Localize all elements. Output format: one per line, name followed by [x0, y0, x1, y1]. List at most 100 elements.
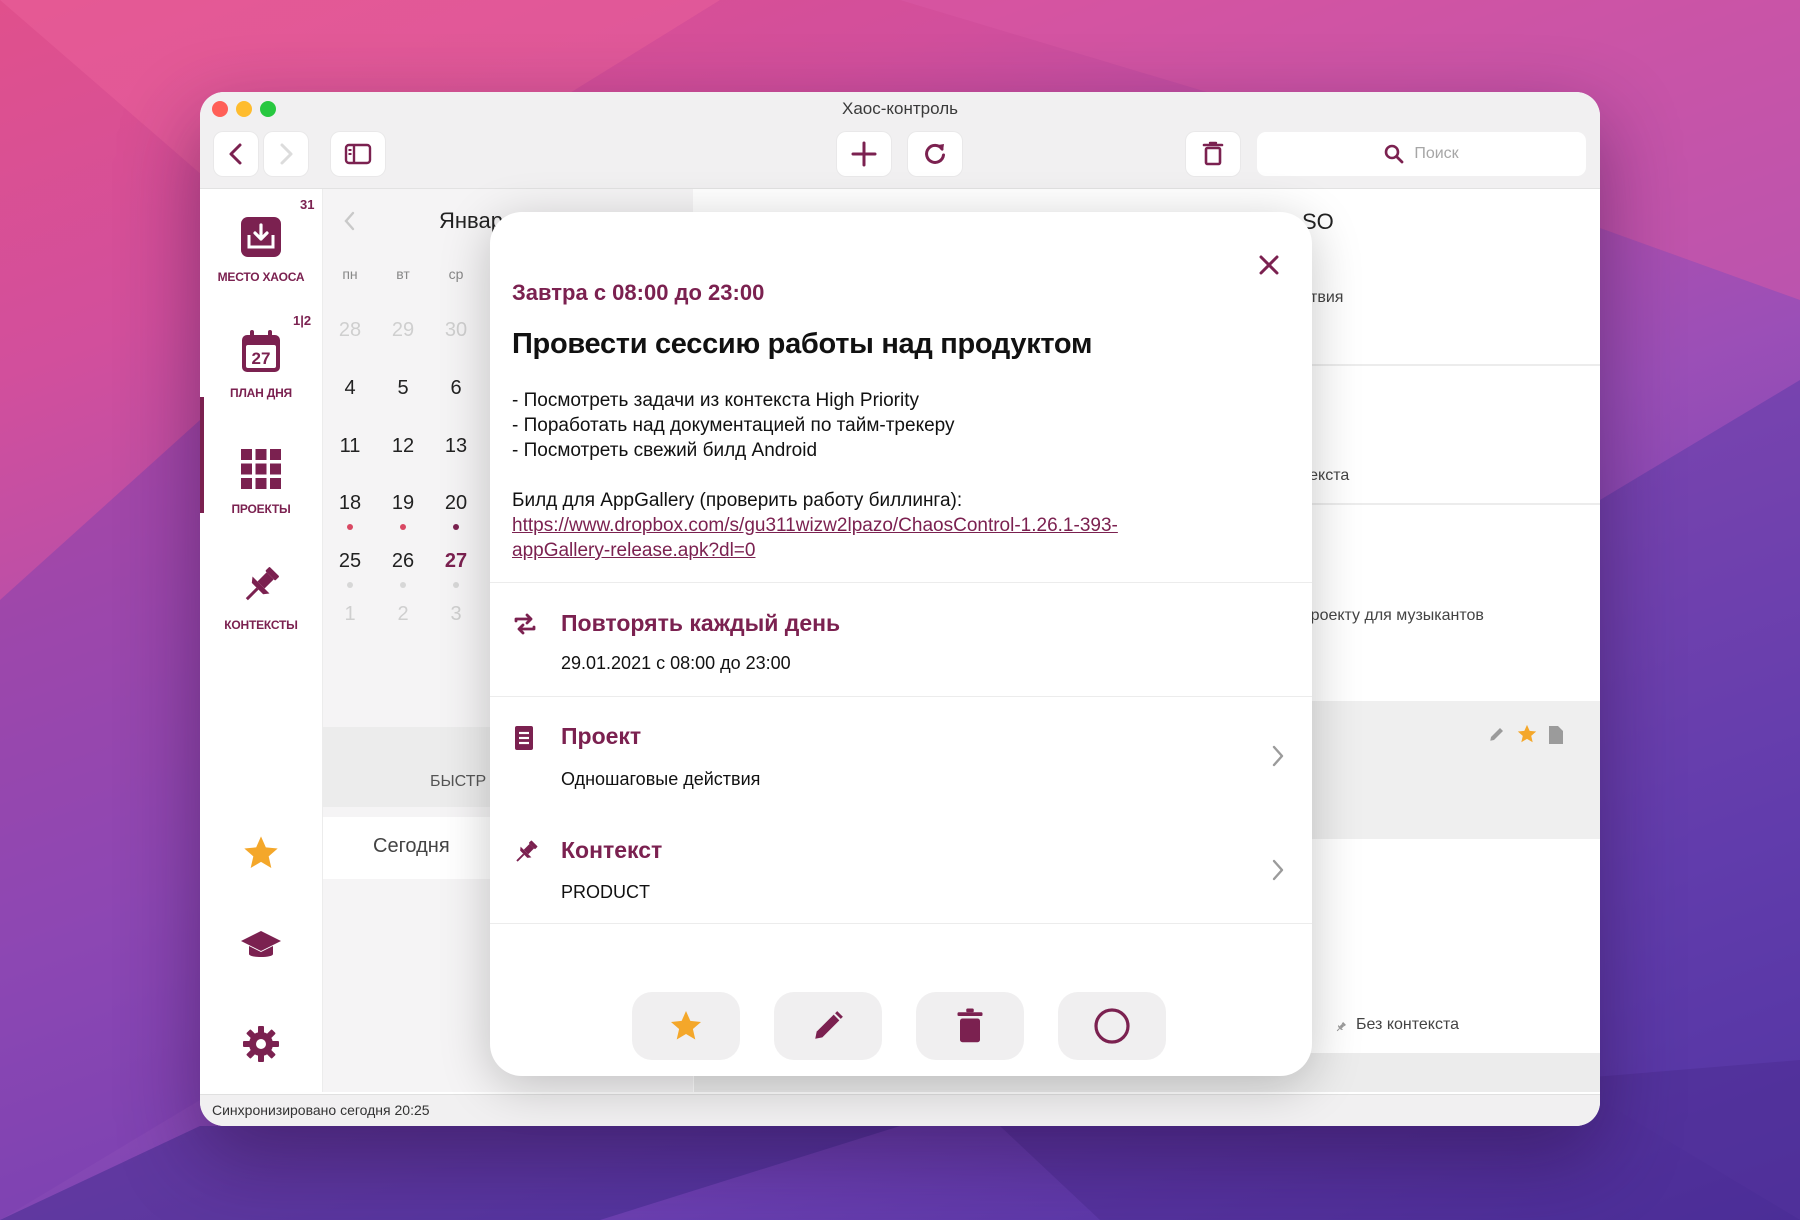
weekday-label: вт [396, 266, 410, 282]
sidebar-item-label: КОНТЕКСТЫ [224, 618, 298, 632]
calendar-day[interactable]: 1 [330, 603, 370, 626]
calendar-icon-date: 27 [252, 349, 271, 368]
calendar-day[interactable]: 6 [436, 377, 476, 400]
context-section[interactable]: Контекст PRODUCT [490, 810, 1312, 922]
sidebar-item-projects[interactable]: ПРОЕКТЫ [200, 447, 322, 516]
learning-button[interactable] [200, 927, 322, 970]
chevron-left-icon [229, 143, 242, 165]
calendar-day[interactable]: 30 [436, 319, 476, 342]
task-schedule: Завтра с 08:00 до 23:00 [512, 280, 765, 305]
gear-icon [243, 1026, 279, 1062]
search-icon [1385, 144, 1404, 164]
calendar-day[interactable]: 20 [436, 492, 476, 515]
trash-icon [957, 1008, 983, 1043]
event-dot [347, 582, 353, 588]
sidebar-item-label: ПРОЕКТЫ [231, 502, 291, 516]
forward-button[interactable] [264, 132, 308, 176]
build-link[interactable]: appGallery-release.apk?dl=0 [512, 538, 1118, 563]
calendar-day[interactable]: 4 [330, 377, 370, 400]
pin-icon [516, 840, 538, 862]
pencil-icon [815, 1011, 843, 1039]
settings-button[interactable] [200, 1023, 322, 1070]
calendar-day[interactable]: 13 [436, 435, 476, 458]
build-link[interactable]: https://www.dropbox.com/s/gu311wizw2lpaz… [512, 513, 1118, 538]
calendar-day[interactable]: 26 [383, 550, 423, 573]
calendar-day[interactable]: 2 [383, 603, 423, 626]
calendar-day[interactable]: 28 [330, 319, 370, 342]
today-label: Сегодня [373, 835, 450, 857]
search-placeholder: Поиск [1414, 145, 1459, 162]
graduation-cap-icon [241, 931, 281, 957]
sync-button[interactable] [908, 132, 962, 176]
list-item-text: проекту для музыкантов [1302, 607, 1484, 624]
repeat-icon [514, 613, 536, 635]
status-bar: Синхронизировано сегодня 20:25 [200, 1094, 1600, 1126]
repeat-title: Повторять каждый день [561, 610, 841, 636]
section-divider [490, 923, 1312, 924]
context-value: PRODUCT [561, 882, 650, 902]
context-title: Контекст [561, 837, 663, 863]
sidebar-icon [344, 143, 372, 165]
trash-icon [1202, 141, 1224, 166]
window-title: Хаос-контроль [842, 99, 958, 118]
delete-button[interactable] [1186, 132, 1240, 176]
project-section[interactable]: Проект Одношаговые действия [490, 697, 1312, 809]
chevron-right-icon [1272, 745, 1284, 767]
sidebar-item-chaos[interactable]: 31 МЕСТО ХАОСА [200, 197, 322, 284]
repeat-section[interactable]: Повторять каждый день 29.01.2021 с 08:00… [490, 583, 1312, 695]
pencil-icon [1490, 728, 1503, 741]
inbox-badge: 31 [300, 197, 315, 212]
edit-button[interactable] [774, 992, 882, 1060]
delete-task-button[interactable] [916, 992, 1024, 1060]
description-line: - Поработать над документацией по тайм-т… [512, 415, 955, 436]
calendar-day[interactable]: 12 [383, 435, 423, 458]
calendar-day[interactable]: 3 [436, 603, 476, 626]
sidebar-item-label: МЕСТО ХАОСА [217, 270, 305, 284]
plus-icon [851, 141, 877, 167]
description-line: - Посмотреть задачи из контекста High Pr… [512, 390, 920, 411]
prev-month-icon[interactable] [341, 209, 357, 233]
inbox-icon [241, 217, 281, 257]
search-input[interactable]: Поиск [1257, 132, 1586, 176]
star-icon [1517, 724, 1537, 743]
quick-section-label: БЫСТР [430, 773, 487, 790]
chevron-right-icon [1272, 859, 1284, 881]
calendar-day[interactable]: 25 [330, 550, 370, 573]
calendar-day[interactable]: 29 [383, 319, 423, 342]
back-button[interactable] [214, 132, 258, 176]
day-plan-badge: 1|2 [293, 313, 312, 328]
event-dot [400, 524, 406, 530]
description-spacer [512, 463, 1118, 488]
list-item-text: Без контекста [1356, 1016, 1460, 1033]
calendar-day-today[interactable]: 27 [436, 550, 476, 573]
refresh-icon [925, 143, 945, 164]
favorites-button[interactable] [200, 833, 322, 878]
add-task-button[interactable] [837, 132, 891, 176]
project-icon [515, 726, 533, 750]
document-icon [1549, 726, 1563, 744]
sidebar-item-label: ПЛАН ДНЯ [230, 386, 292, 400]
task-title: Провести сессию работы над продуктом [512, 328, 1093, 360]
event-dot [400, 582, 406, 588]
task-details-popover: Завтра с 08:00 до 23:00 Провести сессию … [490, 212, 1312, 1076]
main-sidebar: 31 МЕСТО ХАОСА 1|2 27 ПЛАН ДНЯ ПРОЕКТЫ К… [200, 189, 323, 1092]
calendar-day[interactable]: 11 [330, 435, 370, 458]
calendar-day[interactable]: 5 [383, 377, 423, 400]
close-icon[interactable] [1258, 254, 1280, 276]
event-dot [453, 524, 459, 530]
weekday-label: пн [342, 266, 358, 282]
sidebar-item-contexts[interactable]: КОНТЕКСТЫ [200, 563, 322, 632]
repeat-subtitle: 29.01.2021 с 08:00 до 23:00 [561, 653, 791, 673]
calendar-day[interactable]: 18 [330, 492, 370, 515]
weekday-label: ср [448, 266, 464, 282]
pin-icon [245, 567, 279, 601]
project-title: Проект [561, 723, 642, 749]
sidebar-item-day-plan[interactable]: 1|2 27 ПЛАН ДНЯ [200, 313, 322, 400]
complete-button[interactable] [1058, 992, 1166, 1060]
calendar-day[interactable]: 19 [383, 492, 423, 515]
sidebar-toggle-button[interactable] [331, 132, 385, 176]
calendar-icon: 27 [242, 330, 280, 372]
pin-icon [1336, 1022, 1346, 1032]
favorite-button[interactable] [632, 992, 740, 1060]
event-dot [453, 582, 459, 588]
